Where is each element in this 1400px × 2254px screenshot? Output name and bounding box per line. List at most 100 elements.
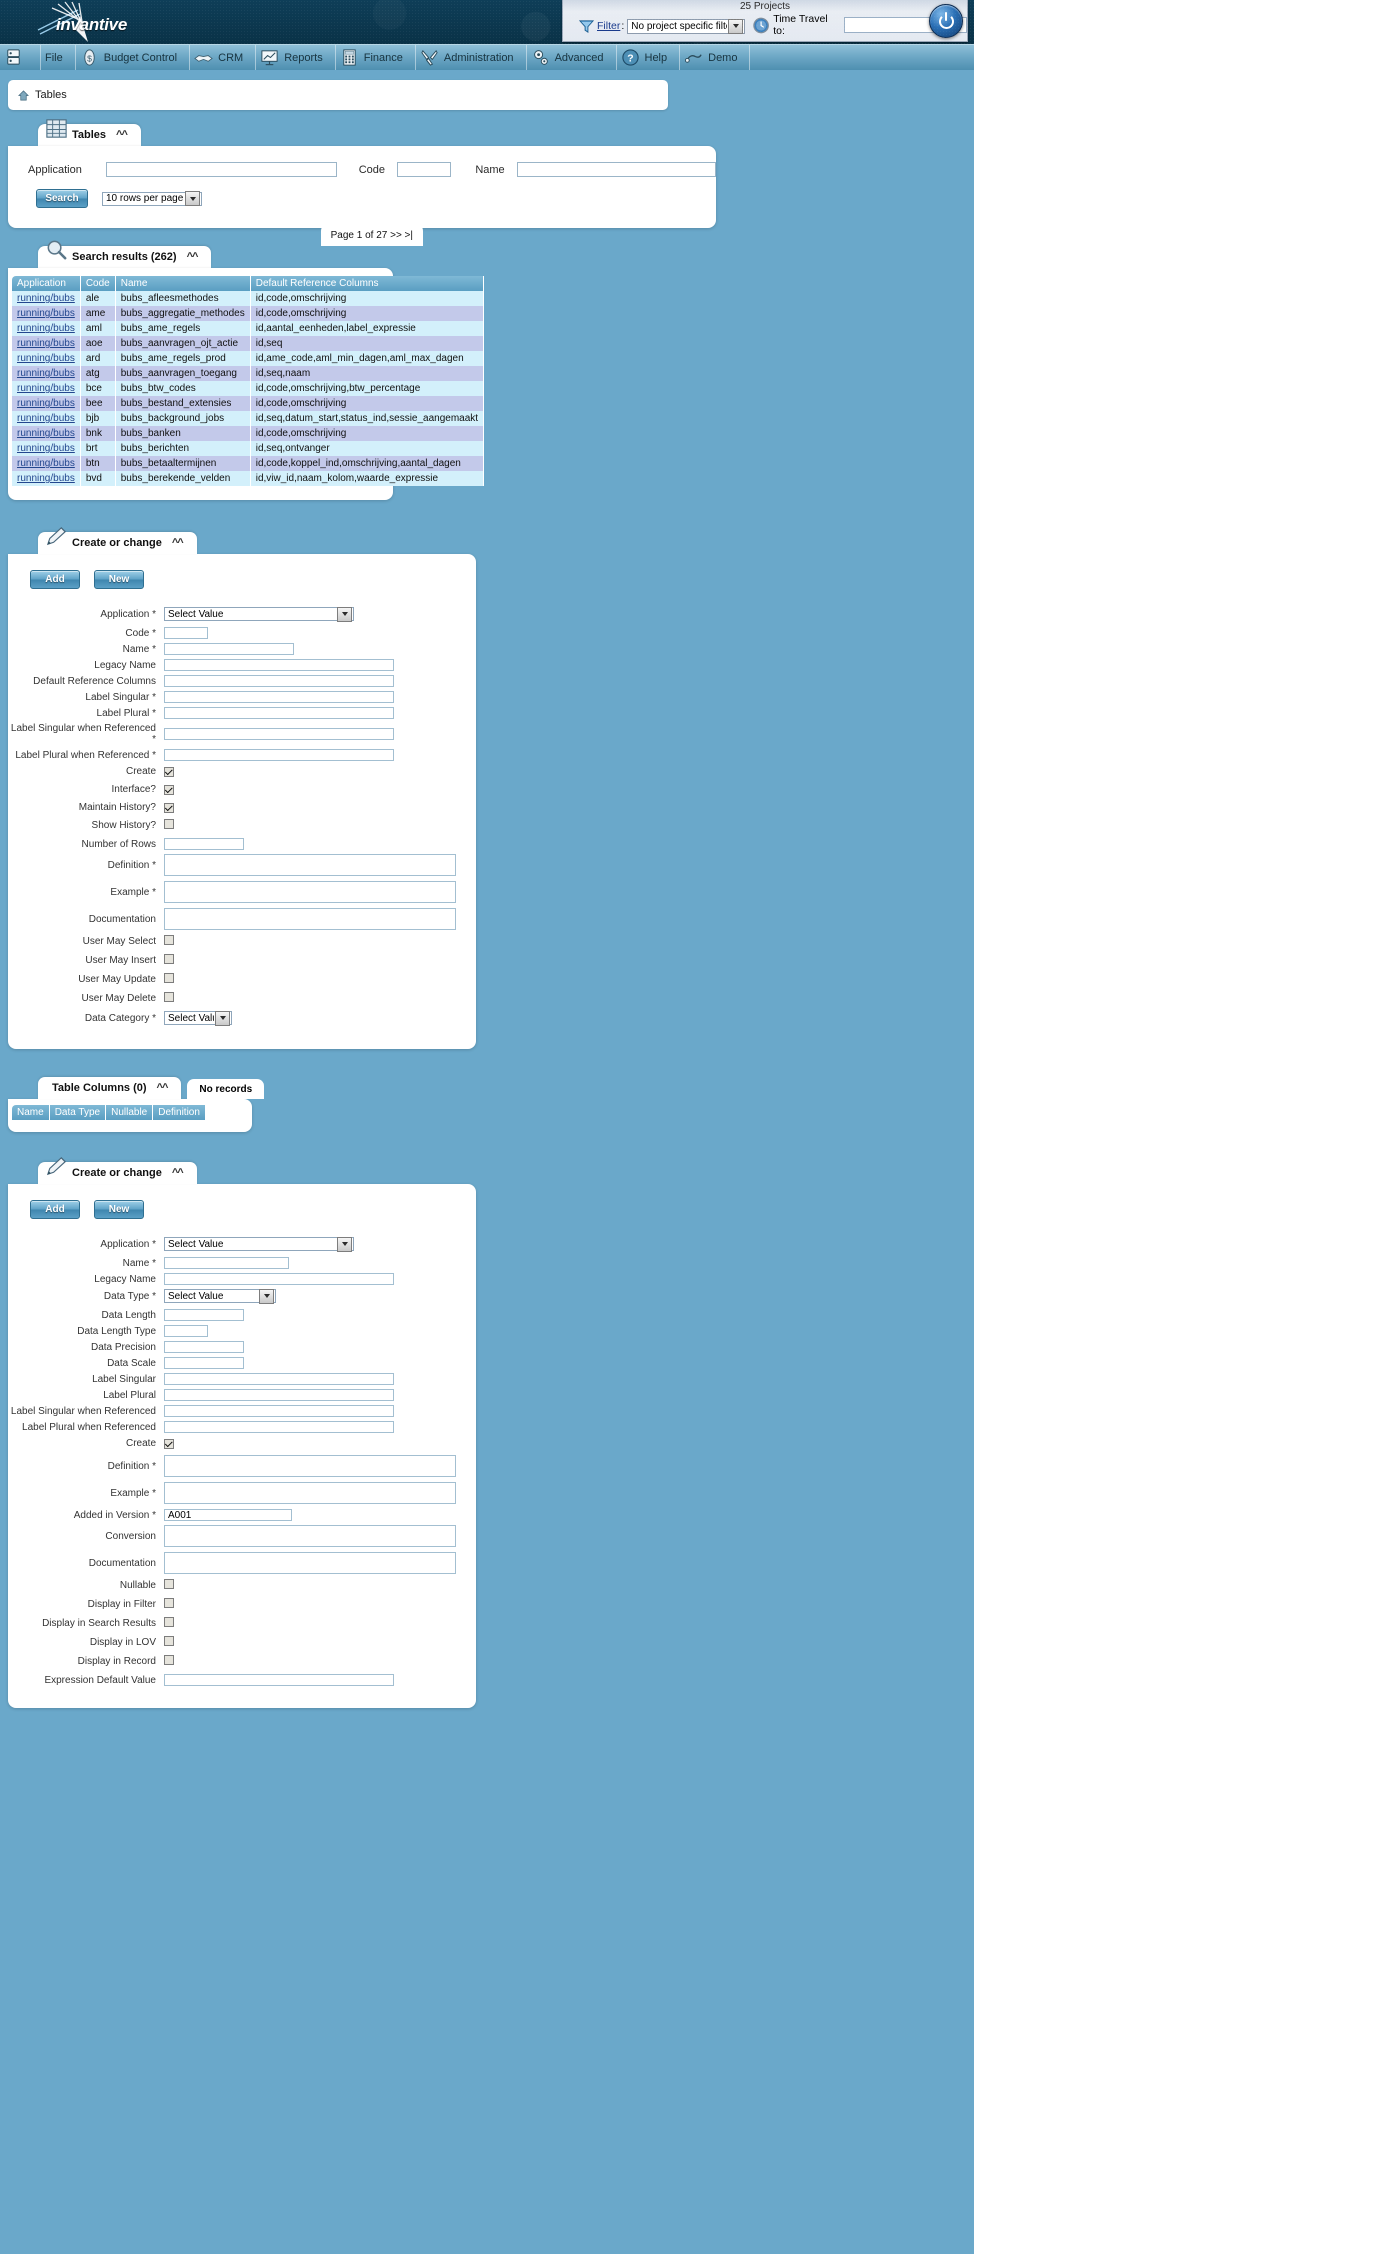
application-select[interactable]: Select Value — [164, 1236, 354, 1252]
user-may-delete-checkbox[interactable] — [164, 992, 174, 1002]
chevron-down-icon[interactable] — [259, 1288, 274, 1304]
add-button[interactable]: Add — [30, 570, 80, 589]
label-singular-input[interactable] — [164, 691, 394, 703]
name-input[interactable] — [164, 1257, 289, 1269]
legacy-name-input[interactable] — [164, 659, 394, 671]
label-plural-when-referenced-input[interactable] — [164, 1421, 394, 1433]
label-plural-input[interactable] — [164, 707, 394, 719]
filter-link[interactable]: Filter — [597, 20, 620, 32]
example-textarea[interactable] — [164, 881, 456, 903]
label-plural-when-referenced-input[interactable] — [164, 749, 394, 761]
menu-item-file[interactable]: File — [41, 45, 76, 70]
col-definition[interactable]: Definition — [152, 1105, 206, 1120]
user-may-insert-checkbox[interactable] — [164, 954, 174, 964]
col-data-type[interactable]: Data Type — [49, 1105, 107, 1120]
label-singular-when-referenced-input[interactable] — [164, 728, 394, 740]
display-in-lov-checkbox[interactable] — [164, 1636, 174, 1646]
name-input[interactable] — [164, 643, 294, 655]
documentation-textarea[interactable] — [164, 1552, 456, 1574]
chevron-up-icon[interactable]: ^^ — [116, 129, 128, 141]
menu-item-advanced[interactable]: Advanced — [527, 45, 617, 70]
col-code[interactable]: Code — [80, 276, 116, 291]
tab-search-results[interactable]: Search results (262) ^^ — [38, 240, 212, 268]
new-button[interactable]: New — [94, 570, 144, 589]
expression-default-value-input[interactable] — [164, 1674, 394, 1686]
label-singular-when-referenced-input[interactable] — [164, 1405, 394, 1417]
tab-create-or-change-column[interactable]: Create or change ^^ — [38, 1157, 197, 1184]
chevron-up-icon[interactable]: ^^ — [187, 251, 199, 263]
code-input[interactable] — [397, 162, 452, 177]
menu-item-crm[interactable]: CRM — [190, 45, 257, 70]
col-name[interactable]: Name — [115, 276, 251, 291]
chevron-up-icon[interactable]: ^^ — [157, 1082, 169, 1094]
label-plural-input[interactable] — [164, 1389, 394, 1401]
chevron-up-icon[interactable]: ^^ — [172, 1167, 184, 1179]
application-link[interactable]: running/bubs — [17, 293, 75, 304]
label-singular-input[interactable] — [164, 1373, 394, 1385]
user-may-select-checkbox[interactable] — [164, 935, 174, 945]
display-in-record-checkbox[interactable] — [164, 1655, 174, 1665]
name-input[interactable] — [516, 162, 716, 177]
number-of-rows-input[interactable] — [164, 838, 244, 850]
interface-checkbox[interactable] — [164, 785, 174, 795]
data-length-type-input[interactable] — [164, 1325, 208, 1337]
chevron-down-icon[interactable] — [337, 1236, 352, 1252]
project-filter-select[interactable]: No project specific filter — [627, 18, 746, 34]
menu-item-administration[interactable]: Administration — [416, 45, 527, 70]
application-link[interactable]: running/bubs — [17, 353, 75, 364]
search-button[interactable]: Search — [36, 189, 88, 208]
chevron-down-icon[interactable] — [337, 606, 352, 622]
application-link[interactable]: running/bubs — [17, 368, 75, 379]
col-application[interactable]: Application — [12, 276, 81, 291]
application-link[interactable]: running/bubs — [17, 383, 75, 394]
added-in-version-input[interactable]: A001 — [164, 1509, 292, 1521]
add-button[interactable]: Add — [30, 1200, 80, 1219]
data-scale-input[interactable] — [164, 1357, 244, 1369]
col-nullable[interactable]: Nullable — [105, 1105, 154, 1120]
chevron-down-icon[interactable] — [185, 191, 200, 206]
chevron-down-icon[interactable] — [215, 1010, 230, 1026]
display-in-filter-checkbox[interactable] — [164, 1598, 174, 1608]
application-link[interactable]: running/bubs — [17, 428, 75, 439]
nullable-checkbox[interactable] — [164, 1579, 174, 1589]
application-link[interactable]: running/bubs — [17, 473, 75, 484]
col-default-reference-columns[interactable]: Default Reference Columns — [250, 276, 485, 291]
maintain-history-checkbox[interactable] — [164, 803, 174, 813]
new-button[interactable]: New — [94, 1200, 144, 1219]
create-checkbox[interactable] — [164, 767, 174, 777]
menu-item-reports[interactable]: Reports — [256, 45, 336, 70]
application-link[interactable]: running/bubs — [17, 338, 75, 349]
power-button[interactable] — [929, 4, 963, 38]
application-input[interactable] — [105, 162, 337, 177]
documentation-textarea[interactable] — [164, 908, 456, 930]
code-input[interactable] — [164, 627, 208, 639]
menu-item-help[interactable]: ? Help — [617, 45, 681, 70]
data-category-select[interactable]: Select Value — [164, 1010, 232, 1026]
user-may-update-checkbox[interactable] — [164, 973, 174, 983]
legacy-name-input[interactable] — [164, 1273, 394, 1285]
application-select[interactable]: Select Value — [164, 606, 354, 622]
application-link[interactable]: running/bubs — [17, 308, 75, 319]
definition-textarea[interactable] — [164, 1455, 456, 1477]
col-name[interactable]: Name — [12, 1105, 50, 1120]
conversion-textarea[interactable] — [164, 1525, 456, 1547]
tab-create-or-change-table[interactable]: Create or change ^^ — [38, 527, 197, 554]
menu-item-server[interactable] — [0, 45, 41, 70]
menu-item-budget-control[interactable]: $ Budget Control — [76, 45, 191, 70]
application-link[interactable]: running/bubs — [17, 398, 75, 409]
pager-tab[interactable]: Page 1 of 27 >> >| — [320, 224, 423, 246]
default-reference-columns-input[interactable] — [164, 675, 394, 687]
example-textarea[interactable] — [164, 1482, 456, 1504]
menu-item-finance[interactable]: Finance — [336, 45, 416, 70]
data-type-select[interactable]: Select Value — [164, 1288, 276, 1304]
definition-textarea[interactable] — [164, 854, 456, 876]
rows-per-page-select[interactable]: 10 rows per page — [102, 191, 202, 206]
application-link[interactable]: running/bubs — [17, 443, 75, 454]
show-history-checkbox[interactable] — [164, 819, 174, 829]
application-link[interactable]: running/bubs — [17, 458, 75, 469]
tab-tables[interactable]: Tables ^^ — [38, 119, 141, 146]
chevron-down-icon[interactable] — [728, 18, 744, 34]
display-in-search-results-checkbox[interactable] — [164, 1617, 174, 1627]
data-precision-input[interactable] — [164, 1341, 244, 1353]
tab-table-columns[interactable]: Table Columns (0) ^^ — [38, 1077, 182, 1099]
